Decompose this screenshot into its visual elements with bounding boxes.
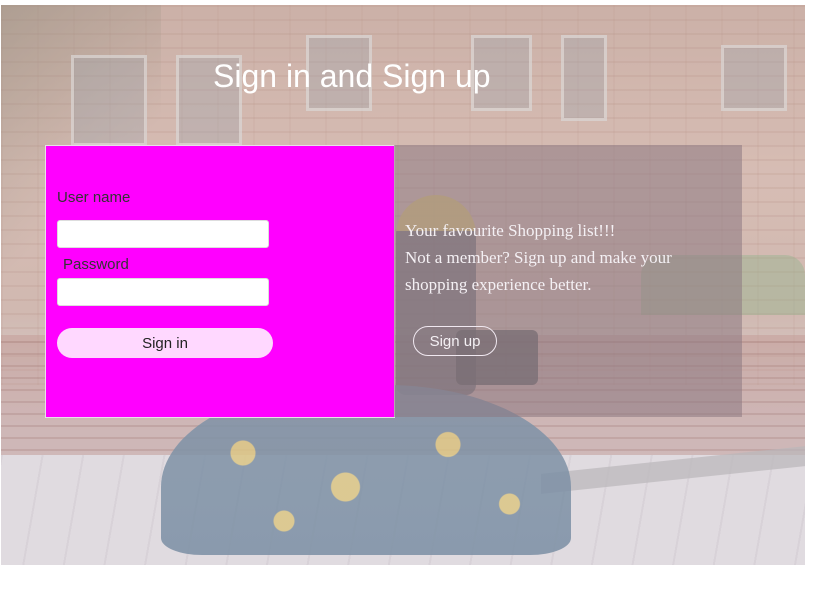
username-input[interactable] <box>57 220 269 248</box>
promo-line: Your favourite Shopping list!!! <box>405 221 616 240</box>
password-label: Password <box>63 256 129 273</box>
signin-button[interactable]: Sign in <box>57 328 273 358</box>
signup-button[interactable]: Sign up <box>413 326 497 356</box>
promo-line: shopping experience better. <box>405 275 592 294</box>
signin-panel: User name Password Sign in <box>45 145 395 418</box>
signup-promo-text: Your favourite Shopping list!!! Not a me… <box>405 217 725 298</box>
password-input[interactable] <box>57 278 269 306</box>
page: Sign in and Sign up User name Password S… <box>0 0 816 597</box>
signup-panel: Your favourite Shopping list!!! Not a me… <box>394 145 742 417</box>
page-title: Sign in and Sign up <box>213 58 491 94</box>
username-label: User name <box>57 189 131 206</box>
promo-line: Not a member? Sign up and make your <box>405 248 672 267</box>
